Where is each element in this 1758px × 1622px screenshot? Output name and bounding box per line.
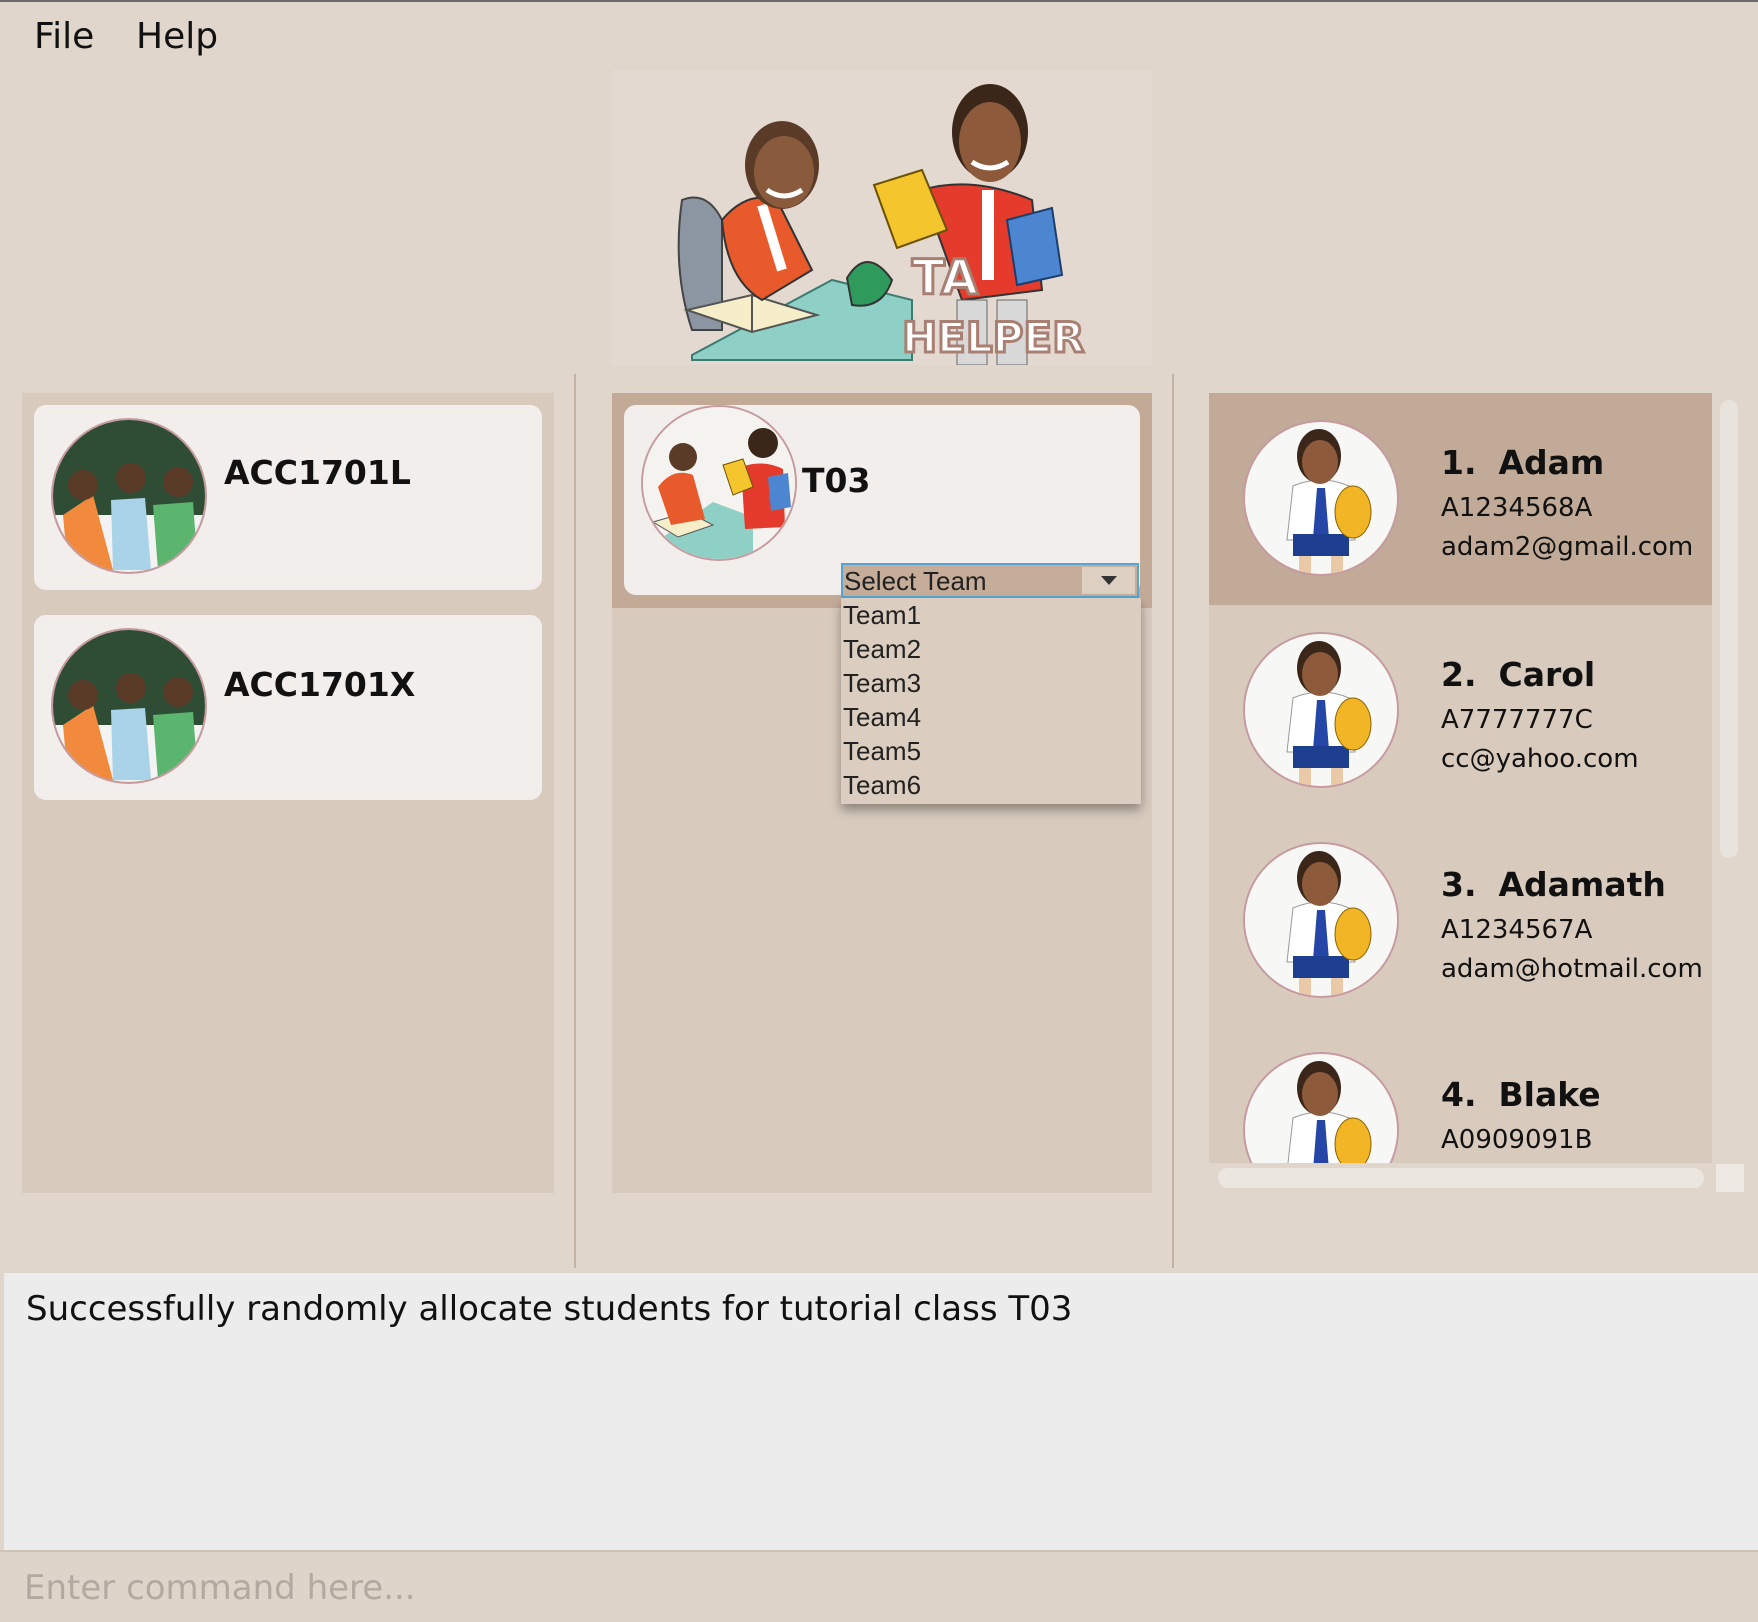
course-avatar: [51, 628, 207, 784]
student-name: 2. Carol: [1441, 655, 1596, 694]
course-card[interactable]: ACC1701L: [34, 405, 542, 590]
team-option[interactable]: Team4: [841, 700, 1141, 734]
student-list-horizontal-scrollbar[interactable]: [1218, 1168, 1704, 1188]
tutorial-avatar: [641, 405, 797, 561]
result-message: Successfully randomly allocate students …: [26, 1289, 1073, 1329]
command-input[interactable]: [22, 1562, 1726, 1614]
student-card[interactable]: 3. Adamath A1234567A adam@hotmail.com: [1209, 815, 1712, 1027]
command-box: [0, 1550, 1758, 1622]
tutorial-name: T03: [802, 461, 871, 500]
result-display: Successfully randomly allocate students …: [4, 1273, 1758, 1550]
student-id: A7777777C: [1441, 705, 1593, 735]
student-avatar: [1243, 842, 1399, 998]
chevron-down-icon: [1101, 576, 1117, 585]
course-code: ACC1701L: [224, 453, 411, 492]
student-card[interactable]: 1. Adam A1234568A adam2@gmail.com: [1209, 393, 1712, 605]
course-code: ACC1701X: [224, 665, 416, 704]
menu-help[interactable]: Help: [136, 16, 218, 57]
student-id: A1234568A: [1441, 493, 1593, 523]
student-email: adam2@gmail.com: [1441, 532, 1694, 562]
student-id: A0909091B: [1441, 1125, 1593, 1155]
team-select-toggle[interactable]: [1082, 567, 1135, 594]
student-avatar: [1243, 1052, 1399, 1163]
svg-text:TA: TA: [912, 250, 978, 306]
menu-bar: File Help: [0, 2, 1758, 72]
student-card[interactable]: 2. Carol A7777777C cc@yahoo.com: [1209, 605, 1712, 817]
student-email: cc@yahoo.com: [1441, 744, 1639, 774]
team-option[interactable]: Team3: [841, 666, 1141, 700]
ta-helper-logo: TA HELPER: [612, 70, 1152, 366]
column-divider[interactable]: [1172, 374, 1174, 1268]
menu-file[interactable]: File: [34, 16, 94, 57]
team-option[interactable]: Team2: [841, 632, 1141, 666]
student-card[interactable]: 4. Blake A0909091B: [1209, 1025, 1712, 1163]
student-name: 4. Blake: [1441, 1075, 1601, 1114]
student-avatar: [1243, 420, 1399, 576]
student-name: 3. Adamath: [1441, 865, 1666, 904]
student-avatar: [1243, 632, 1399, 788]
course-card[interactable]: ACC1701X: [34, 615, 542, 800]
scrollbar-corner: [1716, 1164, 1744, 1192]
student-name: 1. Adam: [1441, 443, 1605, 482]
team-option[interactable]: Team6: [841, 768, 1141, 802]
team-select-label: Select Team: [844, 566, 987, 596]
team-option[interactable]: Team1: [841, 598, 1141, 632]
team-select-dropdown: Team1 Team2 Team3 Team4 Team5 Team6: [841, 598, 1141, 804]
student-list-panel: 1. Adam A1234568A adam2@gmail.com 2. Carol…: [1209, 393, 1712, 1163]
column-divider[interactable]: [574, 374, 576, 1268]
svg-text:HELPER: HELPER: [902, 313, 1084, 362]
student-id: A1234567A: [1441, 915, 1593, 945]
team-select[interactable]: Select Team: [841, 563, 1139, 598]
student-email: adam@hotmail.com: [1441, 954, 1703, 984]
course-avatar: [51, 418, 207, 574]
student-list-vertical-scrollbar[interactable]: [1720, 400, 1738, 858]
team-option[interactable]: Team5: [841, 734, 1141, 768]
